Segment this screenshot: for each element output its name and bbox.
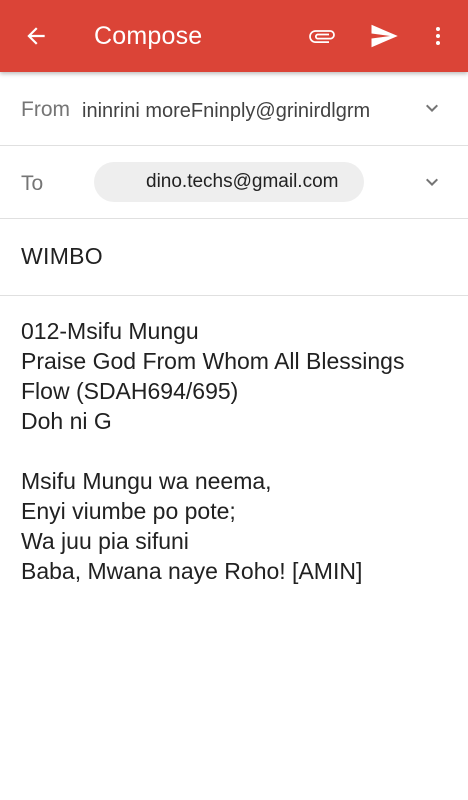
recipient-chip[interactable]: dino.techs@gmail.com xyxy=(94,162,364,202)
body-line: Doh ni G xyxy=(21,408,112,434)
chevron-down-icon xyxy=(426,104,438,112)
to-expand-button[interactable] xyxy=(418,168,446,196)
body-line: Enyi viumbe po pote; xyxy=(21,498,236,524)
recipient-email: dino.techs@gmail.com xyxy=(146,171,339,192)
paperclip-icon xyxy=(309,30,335,43)
body-line: Baba, Mwana naye Roho! [AMIN] xyxy=(21,558,363,584)
subject-field[interactable]: WIMBO xyxy=(21,243,103,270)
body-line xyxy=(21,436,461,466)
body-line: Wa juu pia sifuni xyxy=(21,528,189,554)
message-body[interactable]: 012-Msifu Mungu Praise God From Whom All… xyxy=(21,316,461,586)
to-row: To dino.techs@gmail.com xyxy=(0,146,468,219)
send-button[interactable] xyxy=(360,12,408,60)
app-toolbar: Compose xyxy=(0,0,468,72)
page-title: Compose xyxy=(94,22,203,50)
from-label: From xyxy=(21,98,70,121)
more-vert-icon xyxy=(436,27,440,45)
from-row: From ininrini moreFninply@grinirdlgrm xyxy=(0,72,468,146)
back-button[interactable] xyxy=(12,12,60,60)
attach-button[interactable] xyxy=(298,12,346,60)
from-account[interactable]: ininrini moreFninply@grinirdlgrm xyxy=(82,100,382,123)
send-icon xyxy=(371,24,398,48)
body-line: Msifu Mungu wa neema, xyxy=(21,468,272,494)
more-options-button[interactable] xyxy=(414,12,462,60)
subject-row[interactable]: WIMBO xyxy=(0,219,468,296)
to-label: To xyxy=(21,172,44,195)
body-line: Flow (SDAH694/695) xyxy=(21,378,239,404)
body-line: Praise God From Whom All Blessings xyxy=(21,348,405,374)
compose-screen: Compose From ininrini moreFninply@grinir… xyxy=(0,0,468,800)
chevron-down-icon xyxy=(426,178,438,186)
from-expand-button[interactable] xyxy=(418,94,446,122)
body-line: 012-Msifu Mungu xyxy=(21,318,199,344)
arrow-back-icon xyxy=(27,27,45,45)
